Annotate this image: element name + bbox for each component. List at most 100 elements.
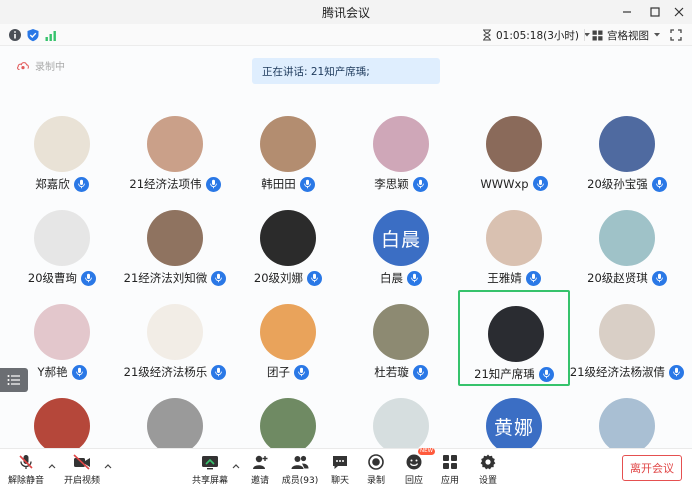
participant-name: 20级孙宝强 [587, 177, 648, 191]
participant-tile[interactable] [232, 384, 344, 448]
unmute-button[interactable]: 解除静音 [6, 452, 46, 486]
avatar [373, 398, 429, 448]
avatar [147, 116, 203, 172]
record-label: 录制 [366, 476, 385, 486]
microphone-icon [294, 364, 309, 380]
settings-button[interactable]: 设置 [468, 452, 508, 486]
chat-label: 聊天 [330, 476, 349, 486]
maximize-icon [650, 7, 660, 17]
participant-tile[interactable] [119, 384, 231, 448]
recording-label: 录制中 [35, 62, 65, 73]
member-list-toggle[interactable] [0, 368, 28, 392]
participant-name-row: 20级孙宝强 [551, 176, 692, 192]
avatar [147, 398, 203, 448]
avatar [599, 210, 655, 266]
participant-tile[interactable]: 21级经济法杨淑倩 [570, 290, 685, 386]
camera-off-icon [73, 454, 90, 470]
avatar-initials: 黄娜 [493, 416, 534, 439]
avatar [486, 210, 542, 266]
network-signal-icon[interactable] [44, 28, 58, 42]
minimize-button[interactable] [614, 0, 640, 24]
avatar [34, 304, 90, 360]
recording-indicator[interactable]: 录制中 [16, 58, 65, 73]
microphone-icon [412, 364, 428, 380]
list-icon [7, 375, 20, 385]
unmute-label: 解除静音 [7, 476, 44, 486]
view-mode-button[interactable]: 宫格视图 [592, 27, 661, 43]
reactions-button[interactable]: NEW 回应 [394, 448, 436, 486]
avatar [373, 116, 429, 172]
avatar [488, 306, 544, 362]
duration-text: 01:05:18(3小时) [496, 29, 580, 42]
chevron-up-icon[interactable] [103, 461, 113, 471]
participant-tile[interactable]: 20级孙宝强 [571, 102, 683, 198]
participant-tile[interactable] [571, 384, 683, 448]
apps-label: 应用 [440, 476, 459, 486]
avatar: 白晨 [373, 210, 429, 266]
speaking-banner: 正在讲话: 21知产席瑀; [252, 58, 440, 84]
participant-name: WWWxp [480, 176, 529, 191]
chat-button[interactable]: 聊天 [320, 452, 360, 486]
participant-name: 白晨 [380, 271, 403, 285]
members-button[interactable]: 成员(93) [280, 452, 320, 486]
avatar [373, 304, 429, 360]
close-icon [674, 7, 684, 17]
participant-name: 杜若璇 [374, 365, 409, 379]
record-button[interactable]: 录制 [356, 452, 396, 486]
avatar [260, 116, 316, 172]
avatar [34, 210, 90, 266]
avatar [486, 116, 542, 172]
members-label: 成员(93) [281, 476, 319, 486]
participant-name: 21知产席瑀 [474, 367, 535, 381]
info-icon[interactable] [8, 28, 22, 42]
microphone-icon [73, 176, 89, 192]
title-bar: 腾讯会议 [0, 0, 692, 24]
participant-tile[interactable]: 黄娜 [458, 384, 570, 448]
grid-view-icon [592, 30, 603, 40]
reactions-label: 回应 [404, 476, 423, 486]
microphone-muted-icon [19, 455, 33, 469]
participant-name: 20级赵贤琪 [587, 271, 648, 285]
participant-name: 韩田田 [261, 177, 296, 191]
avatar [147, 210, 203, 266]
participant-name: 20级曹珣 [27, 271, 78, 285]
microphone-icon [651, 176, 667, 192]
apps-button[interactable]: 应用 [430, 452, 470, 486]
microphone-icon [407, 270, 422, 286]
view-mode-label: 宫格视图 [607, 29, 649, 42]
meeting-info-bar: 01:05:18(3小时) 宫格视图 [0, 24, 692, 46]
close-button[interactable] [666, 0, 692, 24]
meeting-duration[interactable]: 01:05:18(3小时) [482, 27, 591, 43]
participant-name-row: 20级赵贤琪 [551, 270, 692, 286]
invite-button[interactable]: 邀请 [240, 452, 280, 486]
chevron-down-icon [654, 33, 660, 37]
security-shield-icon[interactable] [26, 28, 40, 42]
share-screen-button[interactable]: 共享屏幕 [190, 452, 230, 486]
members-icon [291, 455, 309, 469]
meeting-toolbar: 解除静音 开启视频 共享屏幕 邀请 成员(93) 聊天 录制 NEW 回应 应用… [0, 448, 692, 488]
participant-tile[interactable]: 20级赵贤琪 [571, 196, 683, 292]
chevron-up-icon[interactable] [47, 461, 57, 471]
microphone-icon [299, 176, 315, 192]
participant-tile[interactable] [6, 384, 118, 448]
add-person-icon [253, 455, 268, 469]
avatar: 黄娜 [486, 398, 542, 448]
leave-meeting-button[interactable]: 离开会议 [622, 455, 682, 481]
participant-name: Y郝艳 [37, 365, 68, 379]
participant-name: 21经济法项伟 [129, 177, 202, 191]
participant-name: 李思颖 [374, 177, 409, 191]
participant-name: 郑嘉欣 [35, 177, 70, 191]
gear-icon [480, 454, 496, 470]
fullscreen-icon[interactable] [670, 29, 682, 41]
microphone-icon [532, 176, 548, 191]
avatar [34, 398, 90, 448]
settings-label: 设置 [478, 476, 497, 486]
start-video-button[interactable]: 开启视频 [62, 452, 102, 486]
share-screen-icon [202, 456, 218, 470]
participant-name: 21级经济法杨乐 [123, 365, 208, 379]
hourglass-icon [483, 29, 491, 41]
maximize-button[interactable] [642, 0, 668, 24]
participant-name: 团子 [267, 365, 290, 379]
participant-tile[interactable] [345, 384, 457, 448]
cloud-record-icon [17, 62, 29, 70]
